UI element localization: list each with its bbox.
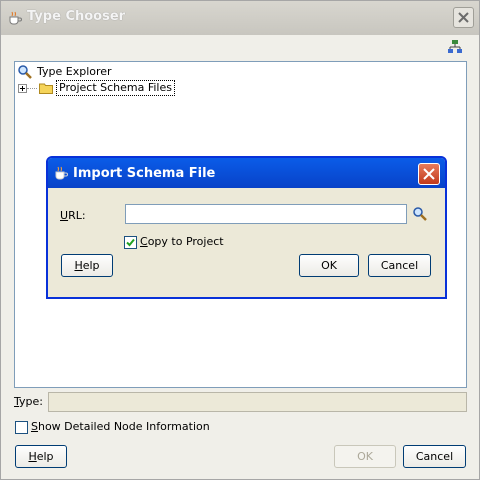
- url-input[interactable]: [125, 204, 407, 224]
- expand-icon[interactable]: [18, 84, 27, 93]
- title-bar: Type Chooser: [1, 1, 479, 35]
- folder-icon: [39, 82, 53, 94]
- type-chooser-window: Type Chooser Type Explorer Project Schem…: [0, 0, 480, 480]
- show-details-label: Show Detailed Node Information: [31, 420, 210, 433]
- type-label: Type:: [14, 395, 43, 408]
- copy-to-project-label: Copy to Project: [140, 235, 224, 248]
- checkmark-icon: [126, 238, 135, 247]
- ok-button[interactable]: OK: [334, 445, 396, 468]
- tree-root-label: Type Explorer: [37, 65, 112, 78]
- coffee-cup-icon: [53, 165, 69, 181]
- dialog-ok-button[interactable]: OK: [299, 254, 359, 277]
- dialog-title: Import Schema File: [73, 166, 216, 181]
- search-icon: [17, 64, 33, 80]
- dialog-cancel-button[interactable]: Cancel: [368, 254, 431, 277]
- type-row: Type:: [14, 392, 469, 412]
- dialog-help-button[interactable]: Help: [61, 254, 113, 277]
- dialog-close-button[interactable]: [418, 163, 440, 185]
- type-field[interactable]: [48, 392, 467, 412]
- close-icon: [458, 12, 469, 23]
- help-button[interactable]: Help: [15, 445, 67, 468]
- tree-connector: [27, 88, 37, 89]
- show-details-checkbox[interactable]: [15, 421, 28, 434]
- search-icon[interactable]: [412, 206, 428, 222]
- tree-item-label: Project Schema Files: [56, 80, 175, 96]
- copy-to-project-checkbox[interactable]: [124, 236, 137, 249]
- hierarchy-icon[interactable]: [447, 39, 463, 55]
- window-title: Type Chooser: [27, 9, 126, 24]
- import-schema-dialog: Import Schema File URL: Copy to Project: [46, 156, 447, 299]
- close-icon: [423, 168, 435, 180]
- cancel-button[interactable]: Cancel: [403, 445, 466, 468]
- close-button[interactable]: [453, 7, 474, 28]
- url-label: URL:: [60, 209, 86, 222]
- dialog-title-bar: Import Schema File: [48, 158, 445, 188]
- coffee-cup-icon: [7, 10, 23, 26]
